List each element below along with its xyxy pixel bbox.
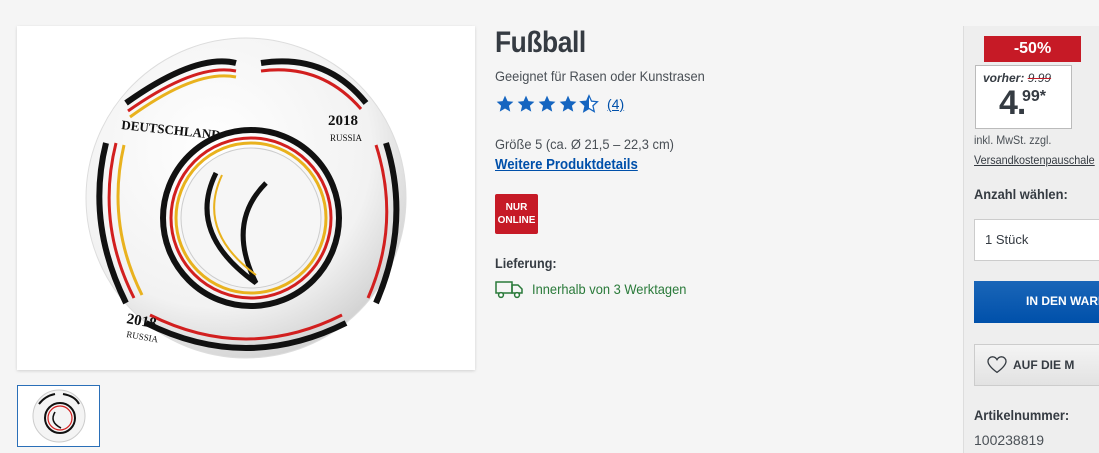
rating-stars[interactable] (495, 94, 599, 114)
product-details-link[interactable]: Weitere Produktdetails (495, 156, 638, 173)
product-size: Größe 5 (ca. Ø 21,5 – 22,3 cm) (495, 136, 674, 152)
add-to-wishlist-button[interactable]: AUF DIE M (974, 344, 1099, 386)
article-number: 100238819 (974, 432, 1045, 448)
heart-icon (987, 356, 1007, 374)
badge-line-2: ONLINE (497, 215, 536, 226)
product-page: DEUTSCHLAND 2018 RUSSIA 2018 RUSSIA Fußb… (0, 0, 1099, 453)
buy-box: -50% vorher: 9.99 4. 99* inkl. MwSt. zzg… (963, 26, 1099, 453)
star-icon (496, 95, 514, 112)
football-image: DEUTSCHLAND 2018 RUSSIA 2018 RUSSIA (85, 37, 407, 359)
ball-print-year: 2018 (328, 113, 358, 129)
quantity-label: Anzahl wählen: (974, 186, 1068, 202)
football-thumbnail (32, 389, 85, 443)
rating-count-link[interactable]: (4) (607, 96, 624, 112)
star-icon (517, 95, 535, 112)
delivery-label: Lieferung: (495, 255, 557, 271)
thumbnail-image[interactable] (17, 385, 100, 447)
product-subtitle: Geeignet für Rasen oder Kunstrasen (495, 68, 705, 84)
badge-line-1: NUR (505, 202, 528, 213)
delivery-info: Innerhalb von 3 Werktagen (495, 279, 935, 299)
current-price-cents: 99* (1022, 88, 1047, 105)
star-icon (538, 95, 556, 112)
truck-icon (495, 281, 523, 299)
previous-price-value: 9.99 (1027, 71, 1052, 85)
rating: (4) (495, 94, 935, 114)
wishlist-button-label: AUF DIE M (1013, 358, 1075, 372)
product-info: Fußball Geeignet für Rasen oder Kunstras… (495, 26, 935, 299)
previous-price-label: vorher: (983, 71, 1025, 85)
product-main-image[interactable]: DEUTSCHLAND 2018 RUSSIA 2018 RUSSIA (17, 26, 475, 370)
article-number-label: Artikelnummer: (974, 407, 1070, 423)
delivery-text: Innerhalb von 3 Werktagen (532, 281, 687, 297)
product-title: Fußball (495, 26, 586, 59)
price-box: vorher: 9.99 4. 99* (975, 65, 1072, 129)
online-only-badge: NUR ONLINE (495, 194, 538, 234)
add-to-cart-button[interactable]: IN DEN WARE (974, 281, 1099, 323)
tax-note: inkl. MwSt. zzgl. (974, 133, 1052, 147)
discount-badge: -50% (984, 36, 1081, 62)
star-half-icon (579, 94, 599, 113)
ball-print-country: RUSSIA (330, 133, 363, 143)
quantity-select[interactable]: 1 Stück (974, 219, 1099, 261)
shipping-cost-link[interactable]: Versandkostenpauschale (974, 153, 1095, 167)
star-icon (559, 95, 577, 112)
previous-price: vorher: 9.99 (983, 71, 1051, 85)
